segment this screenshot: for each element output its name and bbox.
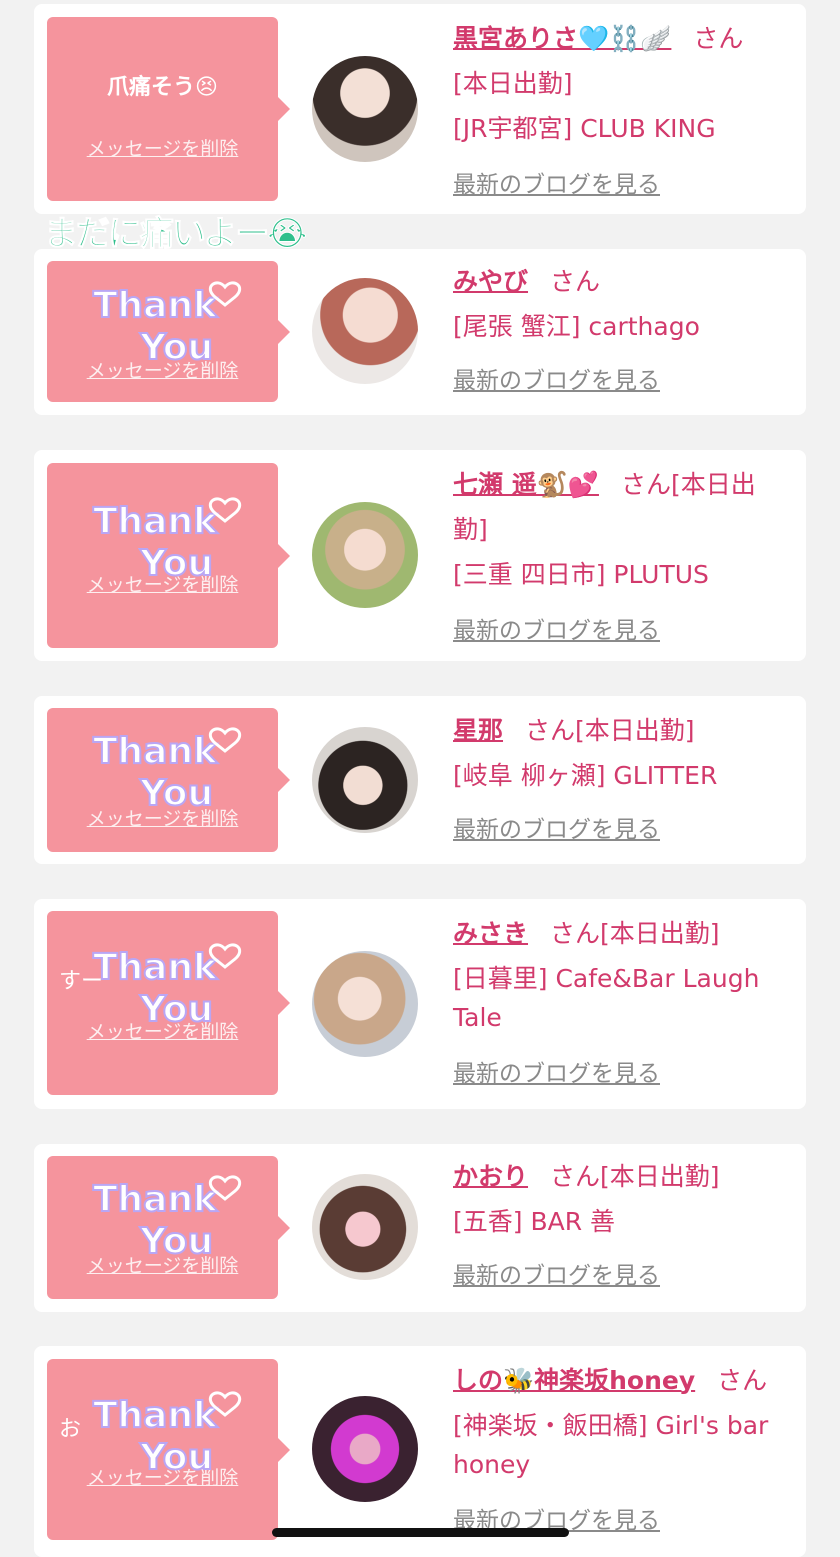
thank-you-sticker: Thank You bbox=[92, 281, 242, 369]
avatar[interactable] bbox=[312, 278, 418, 384]
message-bubble: メッセージを削除 Thank You bbox=[47, 1156, 290, 1299]
shop-line: [三重 四日市] PLUTUS bbox=[453, 560, 709, 589]
blog-link[interactable]: 最新のブログを見る bbox=[453, 618, 660, 644]
honorific: さん[本日出勤] bbox=[550, 919, 720, 948]
overlay-caption: まだに痛いよー😭 bbox=[43, 214, 307, 255]
delete-message-link[interactable]: メッセージを削除 bbox=[47, 134, 278, 161]
sticker-thank-text: Thank bbox=[93, 731, 218, 772]
cast-info: 星那 さん[本日出勤] [岐阜 柳ヶ瀬] GLITTER 最新のブログを見る bbox=[453, 708, 793, 853]
thank-you-sticker: Thank You bbox=[92, 1391, 242, 1479]
thank-you-sticker: Thank You bbox=[92, 1175, 242, 1263]
sticker-you-text: You bbox=[139, 1437, 213, 1478]
blog-link[interactable]: 最新のブログを見る bbox=[453, 368, 660, 394]
cast-info: しの🐝神楽坂honey さん [神楽坂・飯田橋] Girl's bar honey… bbox=[453, 1358, 793, 1544]
honorific: さん[本日出勤] bbox=[525, 716, 695, 745]
info-line: 勤] bbox=[453, 515, 488, 544]
cast-card: すー メッセージを削除 Thank You みさき さん[本日出勤] [日暮里] … bbox=[34, 899, 806, 1109]
avatar[interactable] bbox=[312, 727, 418, 833]
sticker-you-text: You bbox=[139, 327, 213, 368]
avatar[interactable] bbox=[312, 951, 418, 1057]
avatar[interactable] bbox=[312, 502, 418, 608]
cast-name-link[interactable]: 黒宮ありさ🩵⛓️🪽 bbox=[453, 24, 671, 53]
avatar[interactable] bbox=[312, 1174, 418, 1280]
cast-card: お メッセージを削除 Thank You しの🐝神楽坂honey さん [神楽坂・… bbox=[34, 1346, 806, 1557]
cast-card: メッセージを削除 Thank You みやび さん [尾張 蟹江] carthag… bbox=[34, 249, 806, 415]
shop-line-cont: Tale bbox=[453, 1003, 502, 1032]
home-indicator[interactable] bbox=[272, 1528, 569, 1537]
sticker-thank-text: Thank bbox=[93, 501, 218, 542]
cast-info: 黒宮ありさ🩵⛓️🪽 さん [本日出勤] [JR宇都宮] CLUB KING 最新の… bbox=[453, 16, 793, 208]
cast-info: 七瀬 遥🐒💕 さん[本日出 勤] [三重 四日市] PLUTUS 最新のブログを見… bbox=[453, 462, 793, 654]
shop-line-cont: honey bbox=[453, 1450, 531, 1479]
shop-line: [五香] BAR 善 bbox=[453, 1207, 616, 1236]
honorific: さん bbox=[693, 24, 744, 53]
shop-line: [日暮里] Cafe&Bar Laugh bbox=[453, 964, 760, 993]
honorific: さん[本日出 bbox=[620, 470, 756, 499]
thank-you-sticker: Thank You bbox=[92, 727, 242, 815]
sticker-you-text: You bbox=[139, 773, 213, 814]
avatar[interactable] bbox=[312, 1396, 418, 1502]
cast-name-link[interactable]: かおり bbox=[453, 1162, 528, 1191]
blog-link[interactable]: 最新のブログを見る bbox=[453, 172, 660, 198]
cast-name-link[interactable]: みさき bbox=[453, 919, 528, 948]
sticker-thank-text: Thank bbox=[93, 947, 218, 988]
message-text: 爪痛そう😣 bbox=[107, 75, 218, 100]
sticker-thank-text: Thank bbox=[93, 285, 218, 326]
cast-name-link[interactable]: 星那 bbox=[453, 716, 503, 745]
message-bubble: メッセージを削除 Thank You bbox=[47, 261, 290, 402]
cast-info: みさき さん[本日出勤] [日暮里] Cafe&Bar Laugh Tale 最新… bbox=[453, 911, 793, 1097]
message-bubble: すー メッセージを削除 Thank You bbox=[47, 911, 290, 1095]
shop-line: [JR宇都宮] CLUB KING bbox=[453, 114, 716, 143]
sticker-you-text: You bbox=[139, 543, 213, 584]
message-bubble: 爪痛そう😣 メッセージを削除 bbox=[47, 17, 290, 201]
sticker-thank-text: Thank bbox=[93, 1179, 218, 1220]
thank-you-sticker: Thank You bbox=[92, 943, 242, 1031]
honorific: さん[本日出勤] bbox=[550, 1162, 720, 1191]
shop-line: [岐阜 柳ヶ瀬] GLITTER bbox=[453, 761, 718, 790]
blog-link[interactable]: 最新のブログを見る bbox=[453, 1061, 660, 1087]
blog-link[interactable]: 最新のブログを見る bbox=[453, 817, 660, 843]
cast-card: メッセージを削除 Thank You 星那 さん[本日出勤] [岐阜 柳ヶ瀬] G… bbox=[34, 696, 806, 864]
cast-name-link[interactable]: 七瀬 遥🐒💕 bbox=[453, 470, 599, 499]
message-bubble: お メッセージを削除 Thank You bbox=[47, 1359, 290, 1540]
sticker-you-text: You bbox=[139, 989, 213, 1030]
blog-link[interactable]: 最新のブログを見る bbox=[453, 1263, 660, 1289]
honorific: さん bbox=[550, 267, 601, 296]
message-bubble: メッセージを削除 Thank You bbox=[47, 708, 290, 852]
cast-name-link[interactable]: みやび bbox=[453, 267, 528, 296]
honorific: さん bbox=[717, 1366, 768, 1395]
cast-card: メッセージを削除 Thank You 七瀬 遥🐒💕 さん[本日出 勤] [三重 四… bbox=[34, 450, 806, 661]
sticker-you-text: You bbox=[139, 1221, 213, 1262]
thank-you-sticker: Thank You bbox=[92, 497, 242, 585]
cast-info: みやび さん [尾張 蟹江] carthago 最新のブログを見る bbox=[453, 259, 793, 404]
cast-name-link[interactable]: しの🐝神楽坂honey bbox=[453, 1366, 695, 1395]
sticker-thank-text: Thank bbox=[93, 1395, 218, 1436]
cast-info: かおり さん[本日出勤] [五香] BAR 善 最新のブログを見る bbox=[453, 1154, 793, 1299]
cast-card: メッセージを削除 Thank You かおり さん[本日出勤] [五香] BAR … bbox=[34, 1144, 806, 1312]
cast-card: 爪痛そう😣 メッセージを削除 黒宮ありさ🩵⛓️🪽 さん [本日出勤] [JR宇都宮… bbox=[34, 4, 806, 214]
avatar[interactable] bbox=[312, 56, 418, 162]
shop-line: [尾張 蟹江] carthago bbox=[453, 312, 700, 341]
info-line: [本日出勤] bbox=[453, 69, 573, 98]
message-bubble: メッセージを削除 Thank You bbox=[47, 463, 290, 648]
